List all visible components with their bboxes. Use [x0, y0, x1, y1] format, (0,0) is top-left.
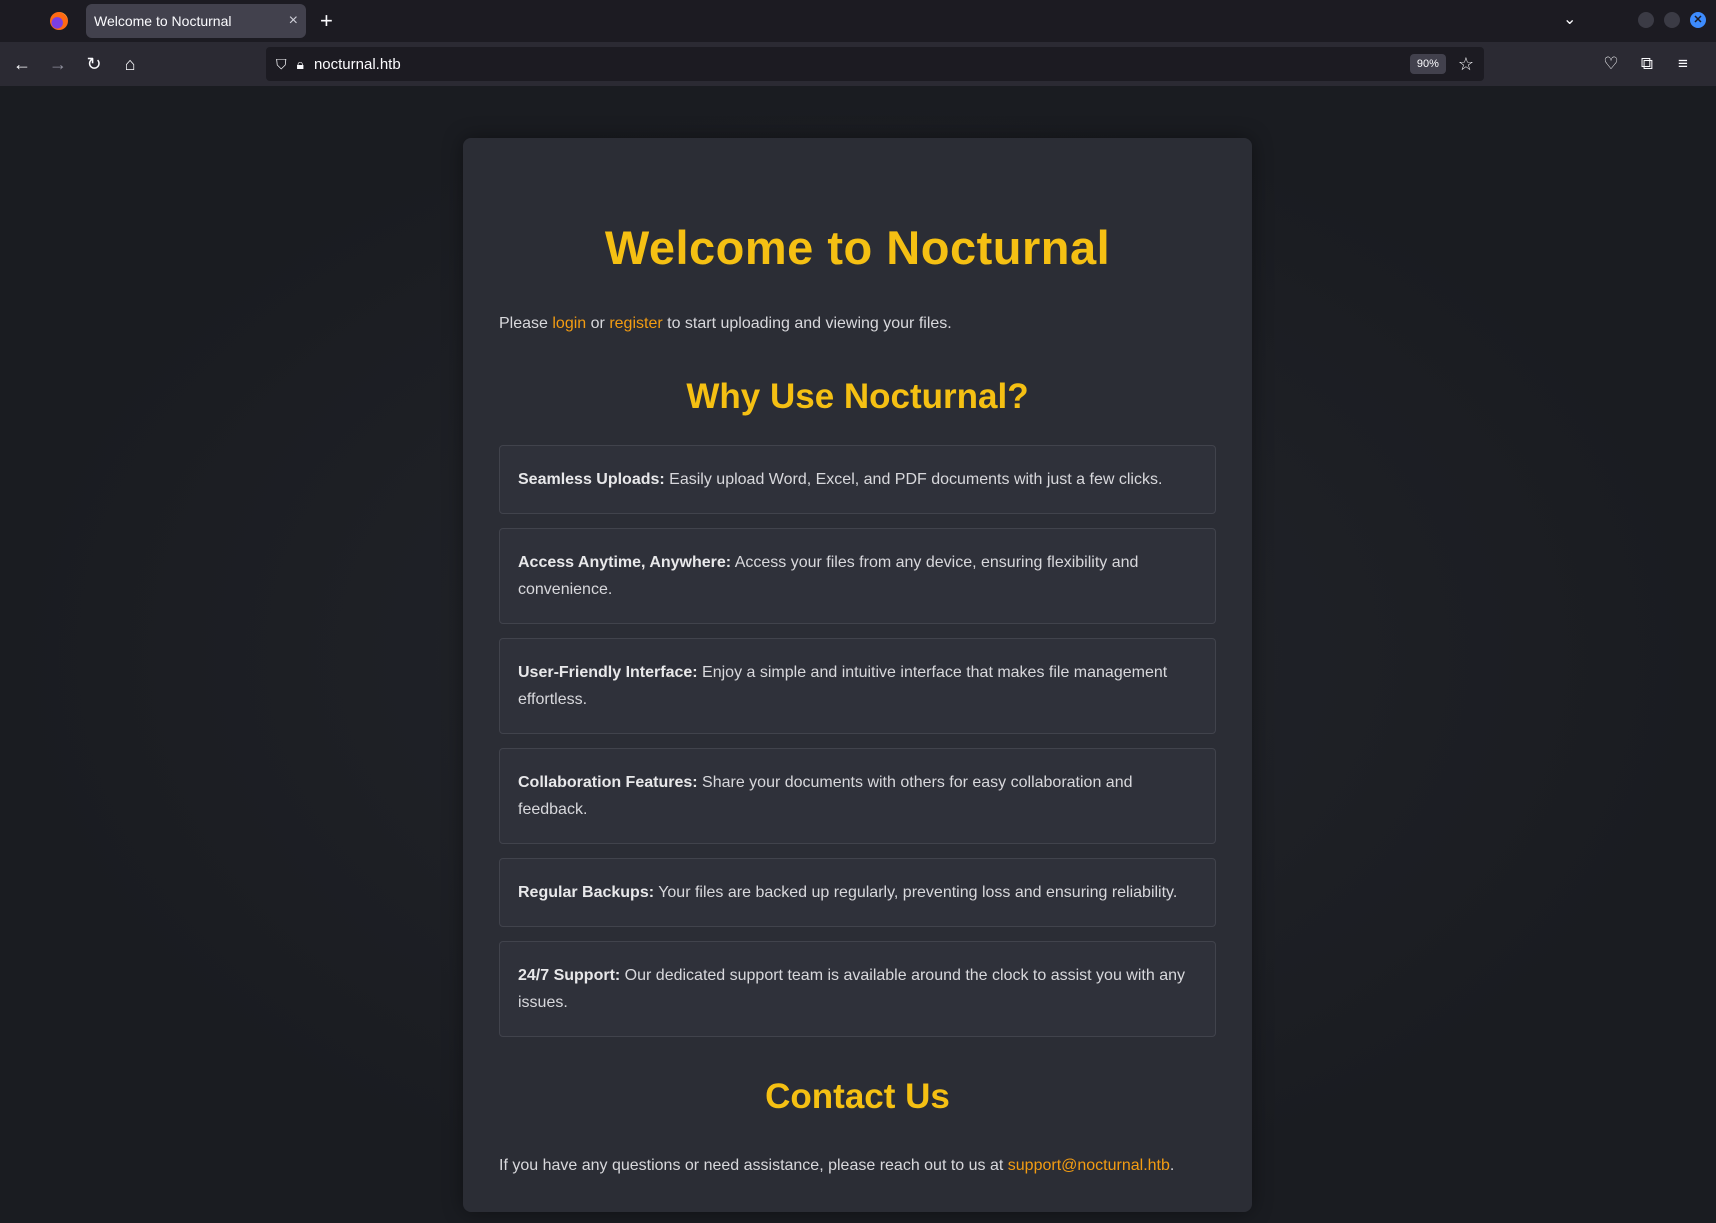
feature-title: Access Anytime, Anywhere: — [518, 554, 732, 571]
register-link[interactable]: register — [609, 315, 662, 332]
minimize-button[interactable] — [1638, 12, 1654, 28]
shield-icon[interactable]: ⛉ — [276, 56, 287, 73]
intro-after: to start uploading and viewing your file… — [662, 315, 952, 332]
login-link[interactable]: login — [552, 315, 586, 332]
close-window-button[interactable]: ✕ — [1690, 12, 1706, 28]
main-card: Welcome to Nocturnal Please login or reg… — [463, 138, 1252, 1212]
feature-text: Easily upload Word, Excel, and PDF docum… — [664, 471, 1163, 488]
home-icon[interactable]: ⌂ — [112, 54, 148, 75]
intro-before: Please — [499, 315, 553, 332]
firefox-logo-icon — [50, 12, 68, 30]
toolbar-right: ♡ ⧉ ≡ — [1600, 42, 1694, 86]
tab-close-icon[interactable]: × — [289, 12, 298, 30]
feature-title: Seamless Uploads: — [518, 471, 665, 488]
support-email-link[interactable]: support@nocturnal.htb — [1008, 1157, 1170, 1174]
lock-icon[interactable]: 🔒︎ — [297, 56, 304, 73]
feature-item: Regular Backups: Your files are backed u… — [499, 858, 1216, 927]
feature-title: User-Friendly Interface: — [518, 664, 698, 681]
zoom-badge[interactable]: 90% — [1409, 54, 1446, 74]
feature-title: Collaboration Features: — [518, 774, 698, 791]
features-list: Seamless Uploads: Easily upload Word, Ex… — [499, 445, 1216, 1037]
feature-text: Your files are backed up regularly, prev… — [654, 884, 1178, 901]
tab-title: Welcome to Nocturnal — [94, 13, 232, 29]
page-viewport: Welcome to Nocturnal Please login or reg… — [0, 86, 1716, 1223]
tabbar-left — [0, 0, 80, 42]
intro-or: or — [586, 315, 610, 332]
page-title: Welcome to Nocturnal — [604, 221, 1111, 274]
feature-item: User-Friendly Interface: Enjoy a simple … — [499, 638, 1216, 734]
why-heading: Why Use Nocturnal? — [686, 377, 1029, 416]
contact-text: If you have any questions or need assist… — [499, 1157, 1216, 1175]
feature-item: Collaboration Features: Share your docum… — [499, 748, 1216, 844]
window-controls: ✕ — [1638, 12, 1706, 28]
reload-icon[interactable]: ↻ — [76, 54, 112, 75]
browser-tab[interactable]: Welcome to Nocturnal × — [86, 4, 306, 38]
browser-navbar: ← → ↻ ⌂ ⛉ 🔒︎ nocturnal.htb 90% ☆ ♡ ⧉ ≡ — [0, 42, 1716, 86]
url-text[interactable]: nocturnal.htb — [314, 56, 1410, 73]
feature-item: Access Anytime, Anywhere: Access your fi… — [499, 528, 1216, 624]
menu-icon[interactable]: ≡ — [1672, 54, 1694, 74]
feature-item: 24/7 Support: Our dedicated support team… — [499, 941, 1216, 1037]
url-bar[interactable]: ⛉ 🔒︎ nocturnal.htb 90% ☆ — [266, 47, 1484, 81]
pocket-icon[interactable]: ♡ — [1600, 54, 1622, 74]
browser-tabbar: Welcome to Nocturnal × + ⌄ ✕ — [0, 0, 1716, 42]
feature-title: Regular Backups: — [518, 884, 655, 901]
back-icon[interactable]: ← — [4, 54, 40, 75]
contact-heading: Contact Us — [765, 1077, 950, 1116]
new-tab-button[interactable]: + — [320, 8, 333, 34]
contact-before: If you have any questions or need assist… — [499, 1157, 1008, 1174]
maximize-button[interactable] — [1664, 12, 1680, 28]
extensions-icon[interactable]: ⧉ — [1636, 54, 1658, 74]
bookmark-star-icon[interactable]: ☆ — [1458, 54, 1474, 75]
feature-item: Seamless Uploads: Easily upload Word, Ex… — [499, 445, 1216, 514]
intro-text: Please login or register to start upload… — [499, 315, 1216, 333]
chevron-down-icon[interactable]: ⌄ — [1563, 9, 1576, 29]
contact-after: . — [1169, 1157, 1175, 1174]
feature-title: 24/7 Support: — [518, 967, 621, 984]
forward-icon[interactable]: → — [40, 54, 76, 75]
